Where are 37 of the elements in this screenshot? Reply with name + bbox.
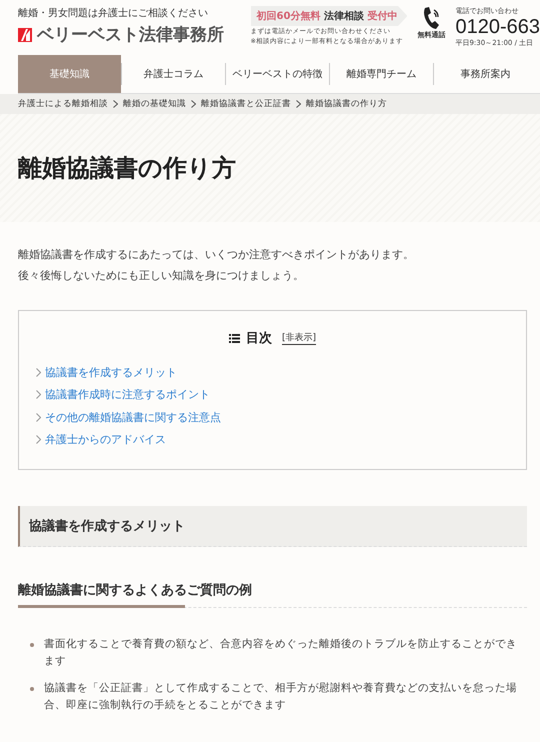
toc-link[interactable]: 協議書を作成するメリット [45,364,177,380]
nav-tab[interactable]: 離婚専門チーム [329,63,433,85]
bullet-dot [30,643,34,647]
toc-title: 目次 [246,330,272,347]
breadcrumb-link[interactable]: 離婚協議書と公正証書 [201,98,291,110]
bullet-text: 協議書を「公正証書」として作成することで、相手方が慰謝料や養育費などの支払いを怠った場合、即座に強制執行の手続をとることができます [44,681,518,713]
site-tagline: 離婚・男女問題は弁護士にご相談ください [18,6,209,20]
intro-text: 離婚協議書を作成するにあたっては、いくつか注意すべきポイントがあります。 [18,247,415,263]
consultation-banner: 初回60分無料 法律相談 受付中 [250,6,408,26]
page-title: 離婚協議書の作り方 [18,153,236,184]
chevron-icon [296,100,301,108]
phone-number[interactable]: 0120-663 [455,16,540,38]
toc-link[interactable]: 弁護士からのアドバイス [45,432,166,448]
breadcrumb-link[interactable]: 離婚協議書の作り方 [306,98,387,110]
logo-icon [18,28,32,42]
subsection-heading: 離婚協議書に関するよくあるご質問の例 [18,582,253,599]
chevron-icon [36,390,41,400]
intro-text: 後々後悔しないためにも正しい知識を身につけましょう。 [18,268,305,284]
chevron-icon [191,100,196,108]
hide-toggle-link[interactable]: [非表示] [282,331,316,345]
nav-tab[interactable]: 弁護士コラム [121,63,225,85]
nav-tab[interactable]: 事務所案内 [433,63,537,85]
section-heading: 協議書を作成するメリット [18,506,527,547]
chevron-icon [36,412,41,422]
toc-link[interactable]: 協議書作成時に注意するポイント [45,387,210,402]
logo-text[interactable]: ベリーベスト法律事務所 [37,23,224,46]
phone-icon [421,6,442,30]
bullet-text: 書面化することで養育費の額など、合意内容をめぐった離婚後のトラブルを防止することができます [44,637,518,669]
chevron-icon [113,100,118,108]
bullet-dot [30,687,34,691]
breadcrumb-link[interactable]: 離婚の基礎知識 [123,98,186,110]
nav-tab[interactable]: ベリーベストの特徴 [225,63,329,85]
breadcrumb-link[interactable]: 弁護士による離婚相談 [18,98,108,110]
toc-link[interactable]: その他の離婚協議書に関する注意点 [45,410,221,425]
list-icon [228,334,240,342]
chevron-icon [36,435,41,444]
chevron-icon [36,368,41,377]
